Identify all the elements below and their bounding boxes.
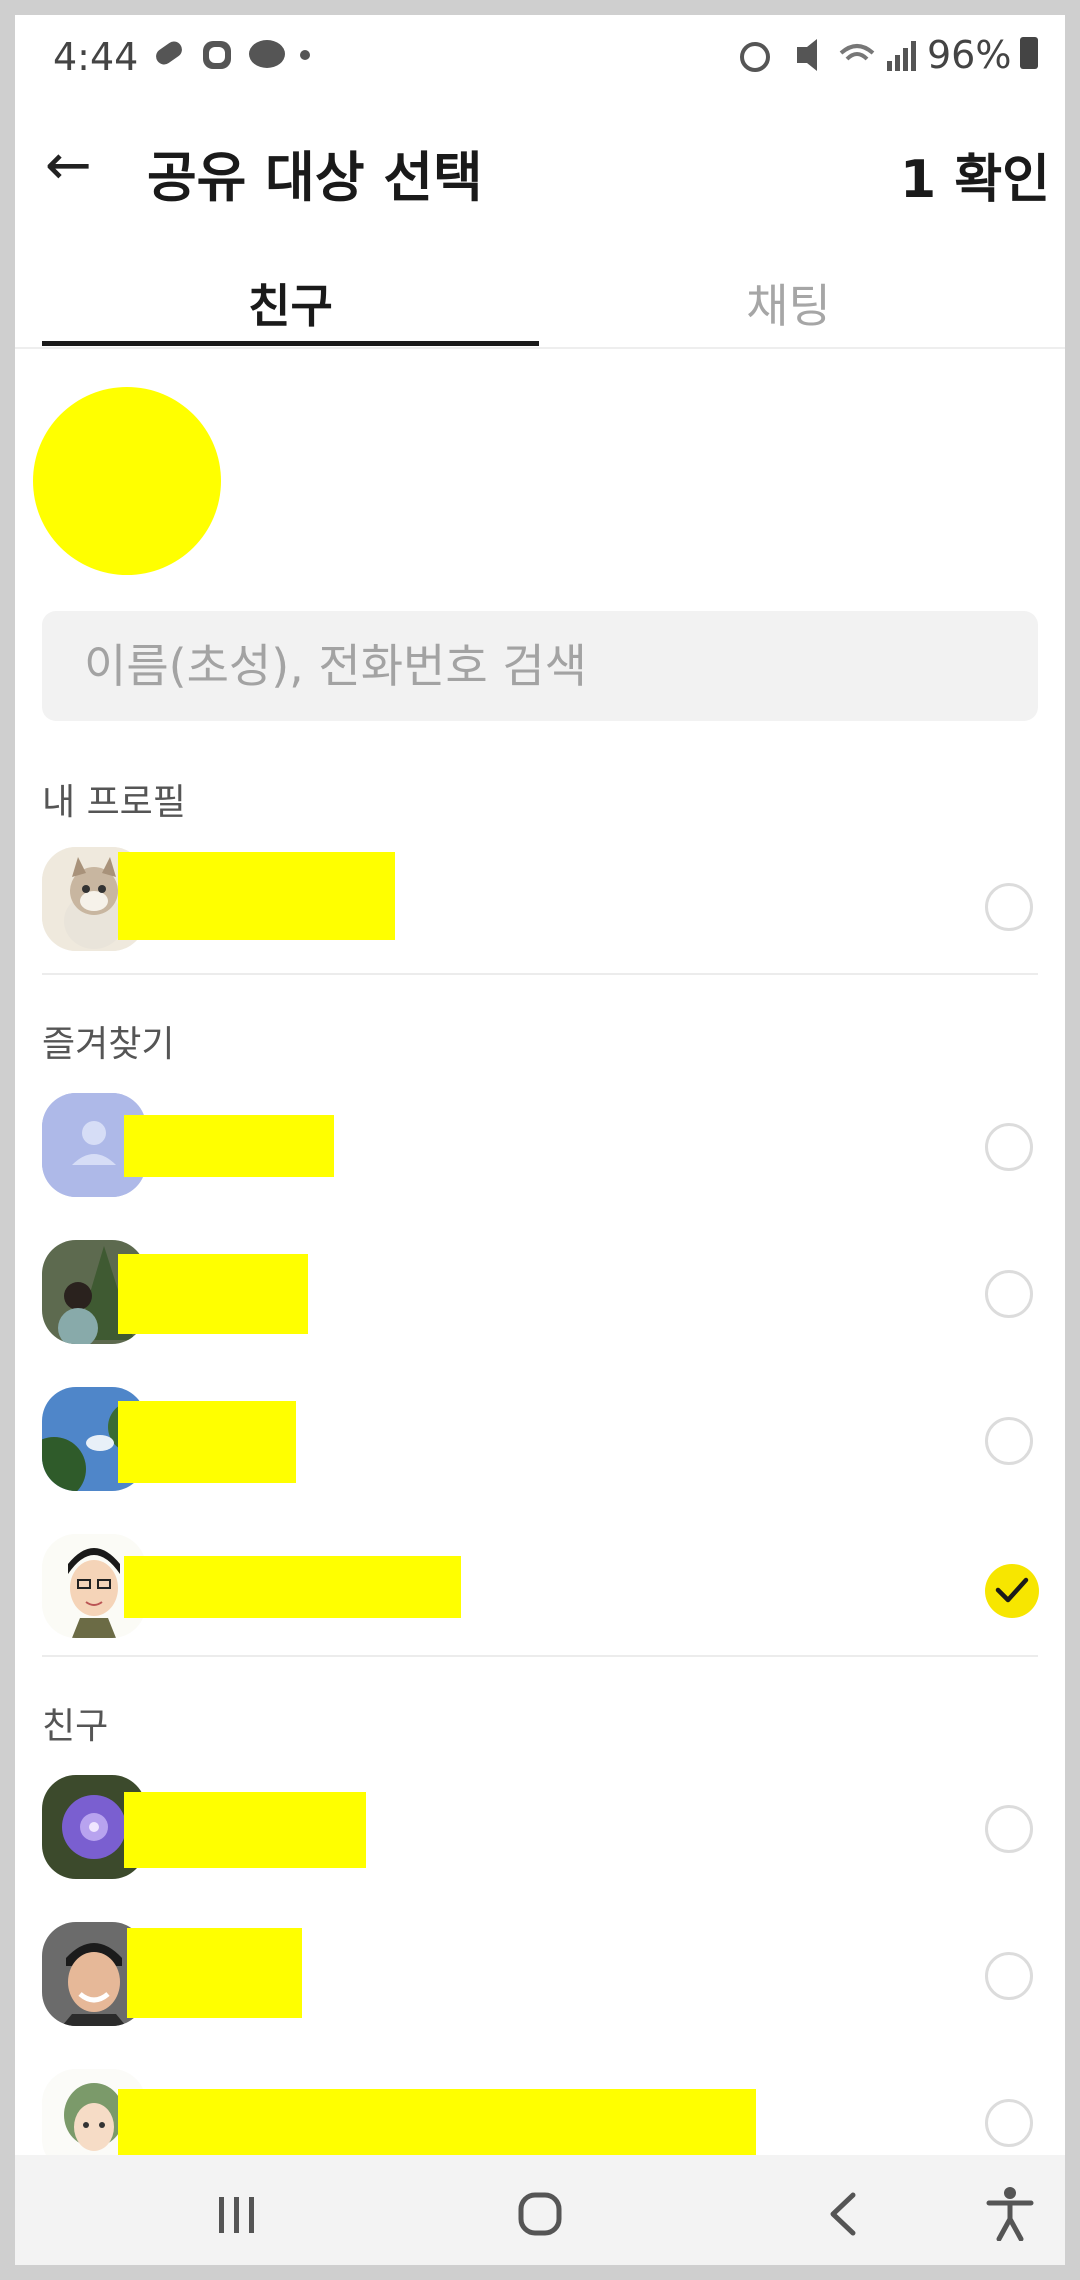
section-friends: 친구 (42, 1706, 109, 1747)
select-radio[interactable] (985, 1123, 1033, 1171)
select-radio-checked[interactable] (985, 1564, 1039, 1618)
search-input[interactable] (42, 611, 1038, 721)
recents-icon[interactable] (215, 2193, 259, 2241)
friend-name-redacted (118, 1254, 308, 1334)
select-radio[interactable] (985, 883, 1033, 931)
share-target-screen: 4:44 96% ← 공유 대상 선택 1 확인 친구 채팅 이름(초성), 전… (15, 15, 1065, 2265)
list-item[interactable] (15, 1914, 1065, 2034)
status-notification-icons (155, 37, 315, 77)
section-divider (42, 1655, 1038, 1657)
section-my-profile: 내 프로필 (42, 782, 186, 823)
list-item[interactable] (15, 839, 1065, 959)
home-icon[interactable] (517, 2191, 563, 2241)
profile-name-redacted (118, 852, 395, 940)
friend-name-redacted (124, 1115, 334, 1177)
active-tab-indicator (42, 341, 539, 346)
select-radio[interactable] (985, 1805, 1033, 1853)
tab-chats[interactable]: 채팅 (540, 270, 1037, 336)
page-title: 공유 대상 선택 (147, 146, 483, 209)
friend-name-redacted (124, 1556, 461, 1618)
tab-divider (15, 347, 1065, 349)
accessibility-icon[interactable] (985, 2185, 1035, 2245)
battery-icon (1020, 37, 1038, 69)
list-item[interactable] (15, 1232, 1065, 1352)
checkmark-icon (995, 1577, 1029, 1603)
list-item[interactable] (15, 1767, 1065, 1887)
select-radio[interactable] (985, 2099, 1033, 2147)
battery-percent: 96% (927, 33, 1012, 77)
friend-name-redacted (124, 1792, 366, 1868)
selected-recipient-avatar[interactable] (33, 387, 221, 575)
back-arrow-icon[interactable]: ← (45, 133, 92, 198)
list-item[interactable] (15, 1526, 1065, 1646)
list-item[interactable] (15, 1085, 1065, 1205)
confirm-button[interactable]: 1 확인 (900, 137, 1050, 212)
nav-back-icon[interactable] (827, 2191, 859, 2241)
list-item[interactable] (15, 1379, 1065, 1499)
section-favorites: 즐겨찾기 (42, 1024, 175, 1065)
friend-name-redacted (127, 1928, 302, 2018)
tab-friends[interactable]: 친구 (42, 270, 539, 336)
select-radio[interactable] (985, 1952, 1033, 2000)
section-divider (42, 973, 1038, 975)
status-time: 4:44 (53, 35, 139, 79)
select-radio[interactable] (985, 1417, 1033, 1465)
select-radio[interactable] (985, 1270, 1033, 1318)
friend-name-redacted (118, 1401, 296, 1483)
status-system-icons (737, 35, 917, 79)
